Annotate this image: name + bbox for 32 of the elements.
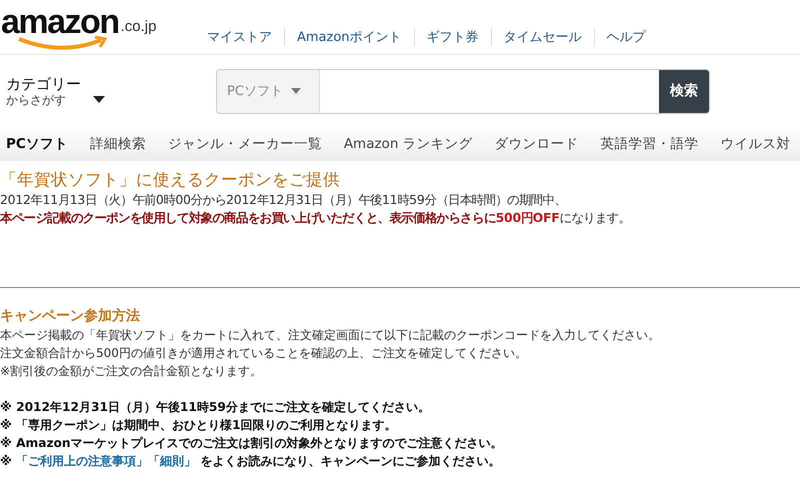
category-subtitle[interactable]: からさがす: [6, 92, 81, 108]
note-text: ※ Amazonマーケットプレイスでのご注文は割引の対象外となりますのでご注意ください。: [0, 435, 504, 452]
promo-text: 本ページ記載のクーポンを使用して対象の商品をお買い上げいただくと、表示価格からさらに500円OFFになります。: [0, 209, 632, 227]
header-link[interactable]: ヘルプ: [594, 28, 658, 46]
caret-icon: [290, 88, 301, 94]
body-text: ※割引後の金額がご注文の合計金額となります。: [0, 363, 264, 380]
nav-link[interactable]: PCソフト: [6, 135, 68, 153]
body-text: 本ページ掲載の「年賀状ソフト」をカートに入れて、注文確定画面にて以下に記載のクーポンコードを入力してください。: [0, 327, 661, 344]
promo-title: 「年賀状ソフト」に使えるクーポンをご提供: [0, 169, 341, 191]
header-link[interactable]: Amazonポイント: [284, 28, 414, 46]
section-heading: キャンペーン参加方法: [0, 306, 141, 326]
search-button[interactable]: 検索: [659, 70, 709, 112]
header-link[interactable]: タイムセール: [490, 28, 594, 46]
link[interactable]: 「細則」: [148, 454, 196, 468]
search-field[interactable]: PCソフト 検索: [216, 68, 710, 114]
note-text: ※ 「専用クーポン」は期間中、おひとり様1回限りのご利用となります。: [0, 417, 398, 434]
body-text: 注文金額合計から500円の値引きが適用されていることを確認の上、ご注文を確定してください。: [0, 345, 528, 362]
nav-link[interactable]: ジャンル・メーカー一覧: [168, 135, 322, 153]
header-link[interactable]: ギフト券: [414, 28, 491, 46]
category-title[interactable]: カテゴリー: [6, 74, 81, 92]
nav-link[interactable]: 英語学習・語学: [600, 135, 699, 153]
promo-text: 2012年11月13日（火）午前0時00分から2012年12月31日（月）午後11時59分（日本時間）の期間中、: [0, 191, 568, 209]
logo[interactable]: amazon.co.jp: [0, 0, 195, 54]
note-text: ※ 2012年12月31日（月）午後11時59分までにご注文を確定してください。: [0, 399, 431, 416]
nav-link[interactable]: ウイルス対: [720, 135, 791, 153]
link[interactable]: 「ご利用上の注意事項」: [16, 454, 148, 468]
caret-icon[interactable]: [93, 96, 105, 102]
note-text: ※ 「ご利用上の注意事項」「細則」 をよくお読みになり、キャンペーンにご参加ください。: [0, 453, 502, 470]
nav-link[interactable]: 詳細検索: [90, 135, 146, 153]
header-link[interactable]: マイストア: [195, 28, 284, 46]
nav-link[interactable]: ダウンロード: [494, 135, 579, 153]
nav-link[interactable]: Amazon ランキング: [344, 135, 473, 153]
